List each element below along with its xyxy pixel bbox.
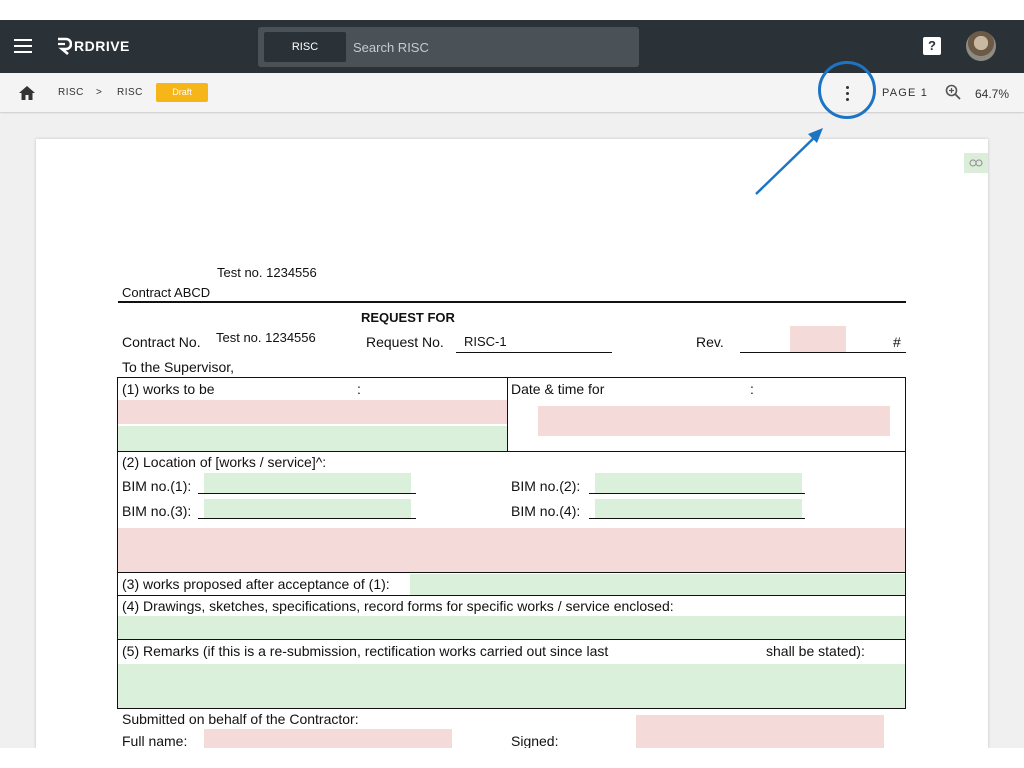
doc-row-rule-1 <box>117 451 906 452</box>
home-icon[interactable] <box>18 84 36 102</box>
doc-rev-label: Rev. <box>696 334 724 350</box>
doc-bim3-underline <box>198 518 416 519</box>
doc-contract-no-value: Test no. 1234556 <box>216 330 316 345</box>
doc-test-no-top: Test no. 1234556 <box>217 265 317 280</box>
doc-hash: # <box>893 334 901 350</box>
doc-contract-no-label: Contract No. <box>122 334 201 350</box>
doc-bim3-field[interactable] <box>204 499 411 519</box>
app-header: RDRIVE RISC ? <box>0 20 1024 73</box>
doc-row1-divider <box>507 377 508 452</box>
search-box: RISC <box>258 27 639 67</box>
logo-text: RDRIVE <box>74 38 130 54</box>
doc-row-rule-2 <box>117 572 906 573</box>
doc-bim4-underline <box>589 518 805 519</box>
doc-row-rule-3 <box>117 595 906 596</box>
doc-bim2-label: BIM no.(2): <box>511 478 581 494</box>
doc-request-no-underline <box>456 352 612 353</box>
doc-item1-field-green[interactable] <box>118 426 507 451</box>
doc-datetime-field[interactable] <box>538 406 890 436</box>
logo-mark-icon <box>58 37 72 55</box>
breadcrumb-item-1[interactable]: RISC <box>58 87 84 98</box>
doc-remarks-field[interactable] <box>118 664 905 708</box>
doc-submitted-label: Submitted on behalf of the Contractor: <box>122 711 359 727</box>
doc-bim2-underline <box>589 493 805 494</box>
doc-bim2-field[interactable] <box>595 473 802 493</box>
doc-item2-label: (2) Location of [works / service]^: <box>122 454 327 470</box>
doc-fullname-field[interactable] <box>204 729 452 748</box>
status-badge: Draft <box>156 83 208 102</box>
doc-bim1-label: BIM no.(1): <box>122 478 192 494</box>
app-logo[interactable]: RDRIVE <box>56 35 130 57</box>
doc-item5-label: (5) Remarks (if this is a re-submission,… <box>122 643 609 659</box>
doc-header-rule <box>118 301 906 303</box>
doc-request-no-label: Request No. <box>366 334 444 350</box>
doc-item1-label: (1) works to be <box>122 381 215 397</box>
help-icon[interactable]: ? <box>923 37 941 55</box>
doc-contract-name: Contract ABCD <box>122 285 211 300</box>
doc-item5-suffix: shall be stated): <box>766 643 865 659</box>
doc-item3-label: (3) works proposed after acceptance of (… <box>122 576 390 592</box>
doc-row-rule-4 <box>117 639 906 640</box>
menu-icon[interactable] <box>14 39 32 53</box>
doc-bim1-underline <box>198 493 416 494</box>
doc-item3-field[interactable] <box>410 574 905 595</box>
breadcrumb-separator: > <box>96 87 103 98</box>
page-indicator: PAGE 1 <box>882 87 929 99</box>
zoom-level[interactable]: 64.7% <box>975 87 1009 101</box>
doc-rev-field[interactable] <box>790 326 846 352</box>
search-scope-chip[interactable]: RISC <box>264 32 346 62</box>
doc-location-field[interactable] <box>118 528 905 572</box>
search-input[interactable] <box>353 32 623 62</box>
doc-bim4-field[interactable] <box>595 499 802 519</box>
doc-bim4-label: BIM no.(4): <box>511 503 581 519</box>
zoom-icon[interactable] <box>945 84 961 100</box>
doc-request-no-value[interactable]: RISC-1 <box>464 334 507 349</box>
doc-bim1-field[interactable] <box>204 473 411 493</box>
doc-bim3-label: BIM no.(3): <box>122 503 192 519</box>
doc-signature-field[interactable] <box>636 715 884 748</box>
doc-item4-field[interactable] <box>118 616 905 639</box>
doc-datetime-label: Date & time for <box>511 381 605 397</box>
avatar[interactable] <box>966 31 996 61</box>
doc-signed-label: Signed: <box>511 733 559 749</box>
doc-to-supervisor: To the Supervisor, <box>122 359 235 375</box>
doc-item1-colon: : <box>357 381 361 397</box>
bottom-margin <box>0 748 1024 768</box>
doc-datetime-colon: : <box>750 381 754 397</box>
doc-rev-underline <box>740 352 906 353</box>
annotation-arrow-icon <box>755 128 823 195</box>
doc-item1-field-red[interactable] <box>118 400 507 424</box>
breadcrumb-item-2[interactable]: RISC <box>117 87 143 98</box>
doc-fullname-label: Full name: <box>122 733 188 749</box>
link-icon[interactable] <box>964 153 988 173</box>
annotation-highlight-circle <box>818 61 876 119</box>
doc-item4-label: (4) Drawings, sketches, specifications, … <box>122 598 674 614</box>
doc-heading: REQUEST FOR <box>361 310 455 325</box>
